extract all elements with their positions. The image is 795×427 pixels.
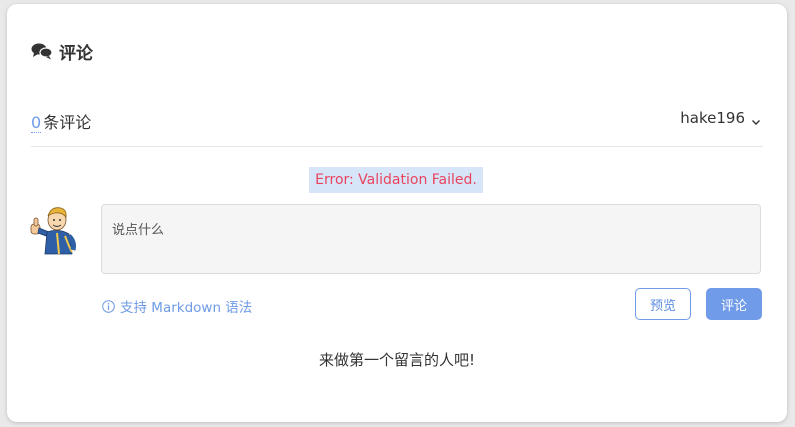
- comment-input[interactable]: [101, 204, 761, 274]
- username: hake196: [680, 109, 745, 127]
- preview-button[interactable]: 预览: [635, 288, 691, 320]
- empty-state-message: 来做第一个留言的人吧!: [318, 351, 475, 369]
- section-title: 评论: [59, 43, 93, 64]
- comment-card: 评论 0 条评论 hake196 Error: Validation Faile…: [7, 4, 787, 422]
- user-menu[interactable]: hake196: [680, 109, 761, 127]
- markdown-hint-label: 支持 Markdown 语法: [120, 300, 253, 316]
- section-header: 评论: [31, 40, 93, 64]
- comment-count: 0 条评论: [31, 109, 91, 133]
- chevron-down-icon: [751, 113, 761, 125]
- submit-comment-button[interactable]: 评论: [706, 288, 762, 320]
- info-icon: [102, 299, 115, 313]
- markdown-hint-link[interactable]: 支持 Markdown 语法: [102, 296, 252, 316]
- avatar: [29, 206, 81, 256]
- comments-icon: [31, 41, 53, 61]
- divider: [31, 146, 763, 147]
- error-message: Error: Validation Failed.: [309, 167, 483, 193]
- comment-count-number: 0: [31, 113, 42, 133]
- comment-count-label: 条评论: [43, 113, 92, 132]
